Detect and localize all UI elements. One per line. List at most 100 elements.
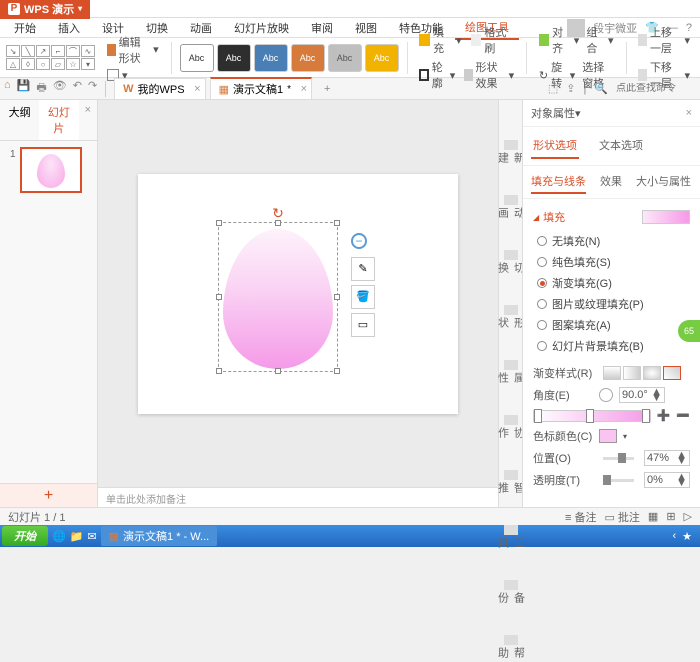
notes-toggle[interactable]: ≡ 备注 <box>565 509 596 525</box>
rail-help[interactable]: 帮助 <box>495 635 527 662</box>
resize-handle[interactable] <box>334 294 340 300</box>
side-rail: 新建 动画 切换 形状 属性 协作 智推 工具 备份 帮助 <box>498 100 522 507</box>
save-icon[interactable]: 💾 <box>17 79 31 98</box>
tray-icon[interactable]: ‹ <box>672 530 676 543</box>
tray-icon[interactable]: ★ <box>682 530 692 543</box>
taskbar-item[interactable]: ▦演示文稿1 * - W... <box>101 526 218 546</box>
redo-icon[interactable]: ↷ <box>88 79 97 98</box>
resize-handle[interactable] <box>216 368 222 374</box>
outline-tab[interactable]: 大纲 <box>0 100 39 140</box>
edit-shape-button[interactable]: 编辑形状 ▾ <box>103 33 163 67</box>
opacity-slider[interactable] <box>603 479 634 482</box>
pattern-fill-radio[interactable]: 图案填充(A) <box>537 317 690 333</box>
add-slide-button[interactable]: + <box>0 483 97 507</box>
close-icon[interactable]: × <box>301 83 307 95</box>
close-panel-icon[interactable]: × <box>686 107 692 119</box>
menu-slideshow[interactable]: 幻灯片放映 <box>224 17 299 39</box>
start-button[interactable]: 开始 <box>2 526 48 546</box>
menu-insert[interactable]: 插入 <box>48 17 90 39</box>
ribbon: ↘╲↗⌐⌒∿ △◊○▱☆▾ 编辑形状 ▾ ▾ Abc Abc Abc Abc A… <box>0 38 700 78</box>
opacity-input[interactable]: 0%▲▼ <box>644 472 690 488</box>
gradient-stop[interactable] <box>586 409 594 423</box>
shape-options-tab[interactable]: 形状选项 <box>531 133 579 159</box>
remove-stop-icon[interactable]: ➖ <box>676 409 690 422</box>
undo-icon[interactable]: ↶ <box>73 79 82 98</box>
resize-handle[interactable] <box>275 368 281 374</box>
floating-badge[interactable]: 65 <box>678 320 700 342</box>
fill-line-subtab[interactable]: 填充与线条 <box>531 170 586 194</box>
gradient-stops[interactable] <box>533 410 651 422</box>
align-button[interactable]: 对齐▾ 组合▾ <box>535 23 618 57</box>
slide-thumbnail[interactable]: 1 <box>20 147 82 193</box>
menu-animation[interactable]: 动画 <box>180 17 222 39</box>
share-icon[interactable]: ⇪ <box>566 82 575 95</box>
effect-subtab[interactable]: 效果 <box>600 170 622 194</box>
quick-launch-icon[interactable]: 🌐 <box>52 530 66 543</box>
notes-placeholder[interactable]: 单击此处添加备注 <box>98 487 498 507</box>
solid-fill-radio[interactable]: 纯色填充(S) <box>537 254 690 270</box>
new-tab-button[interactable]: + <box>316 83 338 95</box>
gradient-presets[interactable] <box>603 366 681 380</box>
menu-view[interactable]: 视图 <box>345 17 387 39</box>
angle-input[interactable]: 90.0°▲▼ <box>619 387 665 403</box>
slide-number: 1 <box>10 149 16 160</box>
wps-tab[interactable]: W我的WPS× <box>114 78 205 100</box>
resize-handle[interactable] <box>216 294 222 300</box>
quick-launch-icon[interactable]: 📁 <box>70 530 84 543</box>
statusbar: 幻灯片 1 / 1 ≡ 备注 ▭ 批注 ▦ ⊞ ▷ <box>0 507 700 525</box>
view-normal-icon[interactable]: ▦ <box>648 510 658 523</box>
resize-handle[interactable] <box>216 220 222 226</box>
menu-home[interactable]: 开始 <box>4 17 46 39</box>
fill-swatch[interactable] <box>642 210 690 224</box>
bring-forward-button[interactable]: 上移一层▾ <box>634 23 694 57</box>
command-search[interactable] <box>616 83 696 94</box>
menu-review[interactable]: 审阅 <box>301 17 343 39</box>
stop-color-picker[interactable] <box>599 429 617 443</box>
picture-fill-radio[interactable]: 图片或纹理填充(P) <box>537 296 690 312</box>
resize-handle[interactable] <box>334 220 340 226</box>
shape-styles[interactable]: Abc Abc Abc Abc Abc Abc <box>180 44 399 72</box>
fill-button[interactable]: 填充 ▾ 格式刷 <box>415 23 518 57</box>
panel-title: 对象属性 <box>531 105 575 121</box>
windows-taskbar: 开始 🌐 📁 ✉ ▦演示文稿1 * - W... ‹ ★ <box>0 525 700 547</box>
slides-tab[interactable]: 幻灯片 <box>39 100 78 140</box>
view-slideshow-icon[interactable]: ▷ <box>684 510 692 523</box>
view-sorter-icon[interactable]: ⊞ <box>666 510 675 523</box>
quick-launch-icon[interactable]: ✉ <box>87 530 96 543</box>
collapse-ribbon-icon[interactable]: ⬚ <box>548 82 558 95</box>
close-icon[interactable]: × <box>194 83 200 95</box>
document-tabbar: ⌂ 💾 🖶 👁 ↶ ↷ W我的WPS× ▦演示文稿1 *× + ⬚ ⇪ | 🔍 <box>0 78 700 100</box>
selection-box: ↻ − ✎ 🪣 ▭ <box>218 222 338 372</box>
add-stop-icon[interactable]: ➕ <box>657 409 671 422</box>
print-icon[interactable]: 🖶 <box>36 79 46 98</box>
rail-backup[interactable]: 备份 <box>495 580 527 607</box>
gradient-stop[interactable] <box>534 409 542 423</box>
gradient-stop[interactable] <box>642 409 650 423</box>
no-fill-radio[interactable]: 无填充(N) <box>537 233 690 249</box>
text-options-tab[interactable]: 文本选项 <box>597 133 645 159</box>
fill-tool-icon[interactable]: 🪣 <box>351 285 375 309</box>
home-icon[interactable]: ⌂ <box>4 79 11 98</box>
resize-handle[interactable] <box>334 368 340 374</box>
fill-section-header[interactable]: 填充 <box>533 205 690 229</box>
shape-gallery[interactable]: ↘╲↗⌐⌒∿ △◊○▱☆▾ <box>6 45 95 70</box>
document-tab[interactable]: ▦演示文稿1 *× <box>210 77 312 100</box>
edit-icon[interactable]: ✎ <box>351 257 375 281</box>
collapse-float-tools[interactable]: − <box>351 233 367 249</box>
slide-panel: 大纲 幻灯片 × 1 + <box>0 100 98 507</box>
outline-button[interactable]: 轮廓 ▾ 形状效果 ▾ <box>415 58 518 92</box>
preview-icon[interactable]: 👁 <box>53 79 67 98</box>
size-subtab[interactable]: 大小与属性 <box>636 170 691 194</box>
angle-dial[interactable] <box>599 388 613 402</box>
slide-canvas[interactable]: ↻ − ✎ 🪣 ▭ <box>138 174 458 414</box>
gradient-fill-radio[interactable]: 渐变填充(G) <box>537 275 690 291</box>
rail-tools[interactable]: 工具 <box>495 525 527 552</box>
properties-panel: 对象属性 ▾× 形状选项 文本选项 填充与线条 效果 大小与属性 填充 无填充(… <box>522 100 700 507</box>
close-panel-icon[interactable]: × <box>79 100 97 140</box>
comments-toggle[interactable]: ▭ 批注 <box>604 509 639 525</box>
resize-handle[interactable] <box>275 220 281 226</box>
position-slider[interactable] <box>603 457 634 460</box>
outline-tool-icon[interactable]: ▭ <box>351 313 375 337</box>
slide-bg-fill-radio[interactable]: 幻灯片背景填充(B) <box>537 338 690 354</box>
position-input[interactable]: 47%▲▼ <box>644 450 690 466</box>
